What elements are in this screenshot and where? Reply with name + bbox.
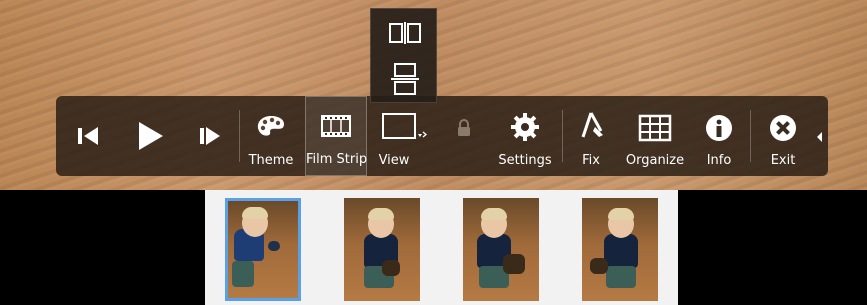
filmstrip-thumbnail-1[interactable] bbox=[225, 198, 301, 301]
view-label: View bbox=[378, 153, 410, 168]
theme-button[interactable]: Theme bbox=[242, 96, 300, 176]
lock-button[interactable] bbox=[446, 96, 482, 176]
filmstrip-thumbnail-3[interactable] bbox=[463, 198, 539, 301]
previous-button[interactable] bbox=[64, 96, 112, 176]
view-icon bbox=[382, 113, 427, 139]
film-strip-icon bbox=[321, 115, 351, 137]
toolbar-separator bbox=[750, 110, 751, 162]
view-button[interactable]: View bbox=[372, 96, 428, 176]
play-icon bbox=[139, 122, 163, 150]
toolbar-collapse-button[interactable] bbox=[814, 96, 826, 176]
filmstrip-thumbnail-4[interactable] bbox=[582, 198, 658, 301]
close-icon bbox=[770, 115, 796, 141]
settings-button[interactable]: Settings bbox=[493, 96, 557, 176]
info-label: Info bbox=[706, 153, 732, 168]
info-button[interactable]: Info bbox=[695, 96, 743, 176]
stacked-icon bbox=[390, 63, 419, 95]
fix-button[interactable]: Fix bbox=[567, 96, 615, 176]
view-option-side-by-side[interactable] bbox=[371, 11, 438, 55]
film-strip-label: Film Strip bbox=[306, 152, 368, 167]
viewer-toolbar: Theme Film Strip View Settings Fix Organ… bbox=[56, 96, 828, 176]
film-strip-button[interactable]: Film Strip bbox=[305, 96, 367, 176]
chevron-left-icon bbox=[817, 132, 822, 142]
play-button[interactable] bbox=[122, 96, 176, 176]
settings-label: Settings bbox=[498, 153, 552, 168]
palette-icon bbox=[257, 116, 284, 136]
grid-icon bbox=[638, 114, 672, 142]
next-icon bbox=[200, 127, 220, 145]
info-icon bbox=[706, 115, 732, 141]
side-by-side-icon bbox=[388, 22, 421, 44]
view-option-stacked[interactable] bbox=[371, 57, 438, 101]
fix-label: Fix bbox=[582, 153, 600, 168]
previous-icon bbox=[78, 127, 98, 145]
toolbar-separator bbox=[562, 110, 563, 162]
exit-label: Exit bbox=[770, 153, 796, 168]
next-button[interactable] bbox=[186, 96, 234, 176]
filmstrip-panel bbox=[205, 190, 678, 305]
organize-button[interactable]: Organize bbox=[620, 96, 690, 176]
theme-label: Theme bbox=[248, 153, 294, 168]
exit-button[interactable]: Exit bbox=[754, 96, 812, 176]
toolbar-separator bbox=[239, 110, 240, 162]
filmstrip-thumbnail-2[interactable] bbox=[344, 198, 420, 301]
gear-icon bbox=[511, 113, 539, 141]
lock-icon bbox=[458, 119, 470, 136]
organize-label: Organize bbox=[625, 153, 685, 168]
fix-icon bbox=[581, 112, 603, 138]
view-layout-popup bbox=[370, 8, 437, 103]
